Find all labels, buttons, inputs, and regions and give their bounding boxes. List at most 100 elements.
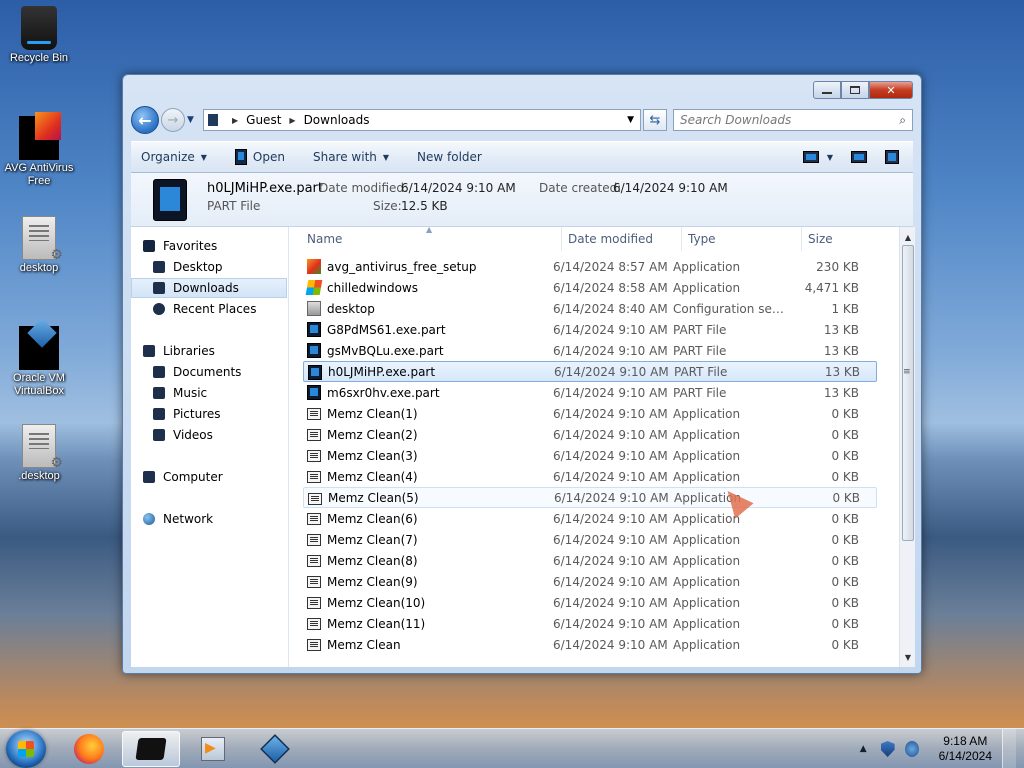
avg-antivirus-icon <box>19 112 61 160</box>
forward-button[interactable]: → <box>161 108 185 132</box>
nav-computer[interactable]: Computer <box>143 467 223 487</box>
file-row[interactable]: Memz Clean(9) 6/14/2024 9:10 AM Applicatio… <box>303 571 877 592</box>
taskbar-virtualbox[interactable] <box>246 731 304 767</box>
desktop-icon-avg[interactable]: AVG AntiVirus Free <box>0 112 78 188</box>
file-row[interactable]: chilledwindows 6/14/2024 8:58 AM Applicati… <box>303 277 877 298</box>
new-folder-button[interactable]: New folder <box>417 150 482 164</box>
file-row[interactable]: h0LJMiHP.exe.part 6/14/2024 9:10 AM PART F… <box>303 361 877 382</box>
column-divider[interactable] <box>681 227 682 251</box>
desktop-icon-desktop-ini[interactable]: desktop <box>0 216 78 275</box>
file-size: 0 KB <box>831 511 859 526</box>
column-header-size[interactable]: Size <box>808 227 878 251</box>
file-row[interactable]: Memz Clean(6) 6/14/2024 9:10 AM Applicatio… <box>303 508 877 529</box>
file-row[interactable]: avg_antivirus_free_setup 6/14/2024 8:57 A… <box>303 256 877 277</box>
app-icon <box>308 493 322 505</box>
nav-videos[interactable]: Videos <box>153 425 213 445</box>
file-row[interactable]: m6sxr0hv.exe.part 6/14/2024 9:10 AM PART F… <box>303 382 877 403</box>
file-row[interactable]: G8PdMS61.exe.part 6/14/2024 9:10 AM PART F… <box>303 319 877 340</box>
organize-button[interactable]: Organize ▼ <box>141 150 207 164</box>
selected-file-type: PART File <box>207 199 261 213</box>
desktop-icon-virtualbox[interactable]: Oracle VM VirtualBox <box>0 326 78 398</box>
open-file-icon <box>234 149 247 165</box>
file-row[interactable]: Memz Clean(11) 6/14/2024 9:10 AM Applicati… <box>303 613 877 634</box>
details-pane: h0LJMiHP.exe.part PART File Date modifie… <box>131 173 913 227</box>
clock[interactable]: 9:18 AM 6/14/2024 <box>939 734 992 764</box>
recent-pages-dropdown[interactable]: ▼ <box>187 115 199 125</box>
close-button[interactable]: ✕ <box>869 81 913 99</box>
file-row[interactable]: Memz Clean(2) 6/14/2024 9:10 AM Applicatio… <box>303 424 877 445</box>
back-button[interactable]: ← <box>131 106 159 134</box>
chevron-down-icon[interactable]: ▼ <box>627 115 634 125</box>
file-row[interactable]: Memz Clean(1) 6/14/2024 9:10 AM Applicatio… <box>303 403 877 424</box>
show-desktop-button[interactable] <box>1002 729 1016 768</box>
scroll-up-icon[interactable]: ▲ <box>900 229 916 245</box>
share-with-button[interactable]: Share with ▼ <box>313 150 389 164</box>
file-name: Memz Clean(7) <box>327 532 418 547</box>
nav-label: Network <box>163 512 214 526</box>
file-row[interactable]: Memz Clean(3) 6/14/2024 9:10 AM Applicatio… <box>303 445 877 466</box>
file-size: 0 KB <box>831 595 859 610</box>
file-row[interactable]: gsMvBQLu.exe.part 6/14/2024 9:10 AM PART F… <box>303 340 877 361</box>
file-date-modified: 6/14/2024 9:10 AM <box>553 469 668 484</box>
address-row: ← → ▼ ▶ Guest ▶ Downloads ▼ ⇆ Search Dow… <box>131 106 913 134</box>
nav-documents[interactable]: Documents <box>153 362 241 382</box>
search-input[interactable]: Search Downloads ⌕ <box>673 109 913 131</box>
address-bar[interactable]: ▶ Guest ▶ Downloads ▼ <box>203 109 641 131</box>
taskbar-media-player[interactable] <box>184 731 242 767</box>
date-created-value: 6/14/2024 9:10 AM <box>613 181 728 195</box>
maximize-button[interactable] <box>841 81 869 99</box>
file-row[interactable]: Memz Clean(5) 6/14/2024 9:10 AM Applicatio… <box>303 487 877 508</box>
file-size: 230 KB <box>816 259 859 274</box>
nav-favorites[interactable]: Favorites <box>143 236 217 256</box>
taskbar-explorer[interactable] <box>122 731 180 767</box>
vertical-scrollbar[interactable]: ▲ ≡ ▼ <box>899 227 915 667</box>
breadcrumb-downloads[interactable]: Downloads <box>304 113 370 127</box>
nav-recent-places[interactable]: Recent Places <box>153 299 256 319</box>
network-status-icon[interactable] <box>904 741 919 757</box>
preview-pane-button[interactable] <box>851 151 867 163</box>
firefox-icon <box>74 734 104 764</box>
refresh-button[interactable]: ⇆ <box>643 109 667 131</box>
taskbar-firefox[interactable] <box>60 731 118 767</box>
file-row[interactable]: desktop 6/14/2024 8:40 AM Configuration se… <box>303 298 877 319</box>
nav-pictures[interactable]: Pictures <box>153 404 221 424</box>
column-header-type[interactable]: Type <box>688 227 803 251</box>
column-header-date[interactable]: Date modified <box>568 227 683 251</box>
column-label: Type <box>688 232 716 246</box>
libraries-icon <box>143 345 155 357</box>
change-view-button[interactable]: ▼ <box>802 151 833 163</box>
action-center-icon[interactable] <box>880 741 895 757</box>
file-row[interactable]: Memz Clean(7) 6/14/2024 9:10 AM Applicatio… <box>303 529 877 550</box>
help-button[interactable] <box>885 150 899 164</box>
file-size: 13 KB <box>823 343 859 358</box>
column-divider[interactable] <box>561 227 562 251</box>
documents-icon <box>153 366 165 378</box>
show-hidden-icons-icon[interactable]: ▲ <box>860 744 867 754</box>
scroll-down-icon[interactable]: ▼ <box>900 649 916 665</box>
file-row[interactable]: Memz Clean 6/14/2024 9:10 AM Application 0 … <box>303 634 877 655</box>
nav-label: Documents <box>173 365 242 379</box>
start-button[interactable] <box>6 730 46 768</box>
nav-network[interactable]: Network <box>143 509 213 529</box>
chevron-down-icon: ▼ <box>200 152 207 162</box>
desktop-icon-dot-desktop[interactable]: .desktop <box>0 424 78 483</box>
minimize-button[interactable] <box>813 81 841 99</box>
virtualbox-icon <box>19 326 59 370</box>
file-name: Memz Clean(1) <box>327 406 418 421</box>
file-type: PART File <box>673 343 727 358</box>
column-header-name[interactable]: Name <box>307 227 562 251</box>
breadcrumb-guest[interactable]: Guest <box>246 113 281 127</box>
column-divider[interactable] <box>801 227 802 251</box>
open-button[interactable]: Open <box>234 149 285 165</box>
file-date-modified: 6/14/2024 9:10 AM <box>553 385 668 400</box>
file-row[interactable]: Memz Clean(10) 6/14/2024 9:10 AM Applicati… <box>303 592 877 613</box>
nav-music[interactable]: Music <box>153 383 207 403</box>
file-row[interactable]: Memz Clean(8) 6/14/2024 9:10 AM Applicatio… <box>303 550 877 571</box>
nav-desktop[interactable]: Desktop <box>153 257 223 277</box>
nav-libraries[interactable]: Libraries <box>143 341 215 361</box>
videos-icon <box>153 429 165 441</box>
scroll-thumb[interactable] <box>902 245 914 541</box>
nav-downloads[interactable]: Downloads <box>131 278 287 298</box>
desktop-icon-recycle-bin[interactable]: Recycle Bin <box>0 6 78 65</box>
file-row[interactable]: Memz Clean(4) 6/14/2024 9:10 AM Applicatio… <box>303 466 877 487</box>
